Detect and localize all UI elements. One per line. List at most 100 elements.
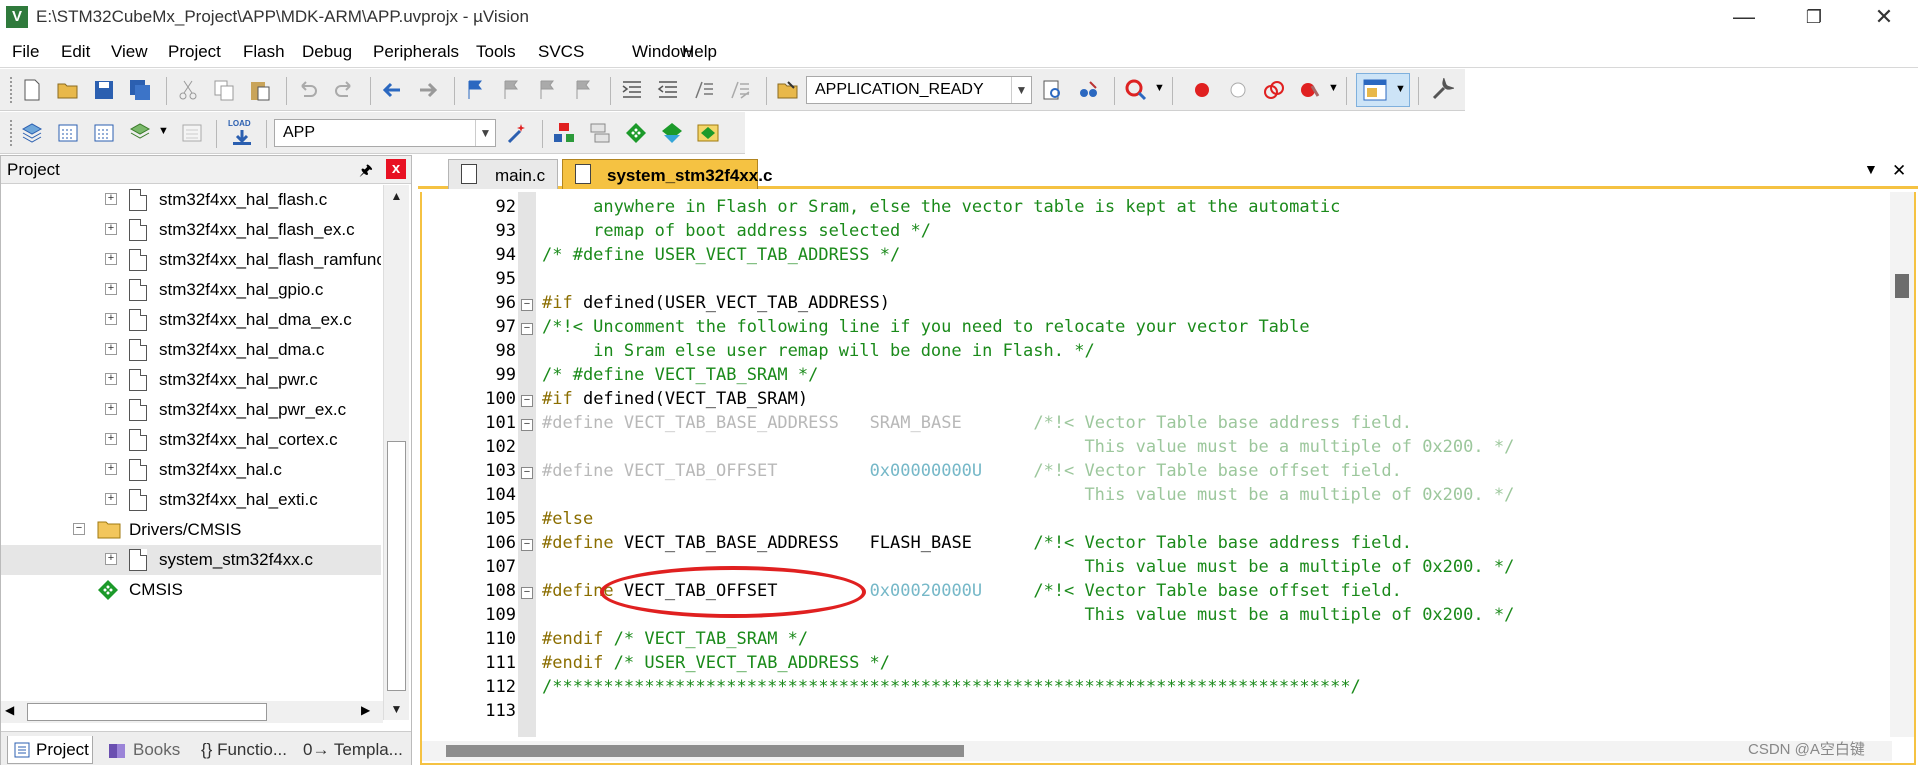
batch-build-icon[interactable]	[128, 121, 152, 145]
code-line[interactable]: #endif /* VECT_TAB_SRAM */	[542, 629, 808, 649]
bookmark-toggle-icon[interactable]	[464, 78, 488, 102]
expand-icon[interactable]: +	[105, 463, 117, 475]
expand-icon[interactable]: +	[105, 373, 117, 385]
maximize-button[interactable]: ❐	[1800, 4, 1828, 30]
debug-session-icon[interactable]	[1124, 78, 1148, 102]
menu-debug[interactable]: Debug	[302, 42, 352, 62]
code-line[interactable]: /* #define USER_VECT_TAB_ADDRESS */	[542, 245, 900, 265]
window-layout-button[interactable]: ▼	[1356, 73, 1410, 107]
tab-system-stm32f4xx-c[interactable]: system_stm32f4xx.c	[562, 159, 772, 189]
code-line[interactable]: remap of boot address selected */	[542, 221, 931, 241]
tree-item[interactable]: + stm32f4xx_hal_flash_ex.c	[1, 215, 381, 245]
expand-icon[interactable]: +	[105, 193, 117, 205]
bookmark-next-icon[interactable]	[536, 78, 560, 102]
tree-item-selected[interactable]: + system_stm32f4xx.c	[1, 545, 381, 575]
menu-view[interactable]: View	[111, 42, 148, 62]
fold-toggle-icon[interactable]: −	[521, 587, 533, 599]
unindent-icon[interactable]	[656, 78, 680, 102]
code-line[interactable]: /* #define VECT_TAB_SRAM */	[542, 365, 818, 385]
code-horizontal-scrollbar[interactable]	[422, 741, 1892, 761]
tab-list-dropdown-icon[interactable]: ▼	[1864, 161, 1878, 177]
tree-item[interactable]: + stm32f4xx_hal_dma_ex.c	[1, 305, 381, 335]
menu-flash[interactable]: Flash	[243, 42, 285, 62]
code-line[interactable]: This value must be a multiple of 0x200. …	[542, 485, 1514, 505]
expand-icon[interactable]: +	[105, 253, 117, 265]
fold-toggle-icon[interactable]: −	[521, 539, 533, 551]
tab-functions[interactable]: {} Functio...	[201, 736, 297, 764]
scrollbar-thumb[interactable]	[446, 745, 964, 757]
undo-icon[interactable]	[296, 78, 320, 102]
navigate-forward-icon[interactable]	[416, 78, 440, 102]
translate-icon[interactable]	[20, 121, 44, 145]
paste-icon[interactable]	[248, 78, 272, 102]
chevron-down-icon[interactable]: ▼	[158, 125, 169, 137]
tree-item-component[interactable]: CMSIS	[1, 575, 381, 605]
menu-file[interactable]: File	[12, 42, 39, 62]
build-icon[interactable]	[56, 121, 80, 145]
pack-installer-icon[interactable]	[660, 121, 684, 145]
tab-books[interactable]: Books	[105, 736, 191, 764]
project-target-combo[interactable]: APP ▼	[274, 119, 496, 147]
tree-item[interactable]: + stm32f4xx_hal.c	[1, 455, 381, 485]
configure-tools-icon[interactable]	[1430, 78, 1454, 102]
chevron-down-icon[interactable]: ▼	[1011, 77, 1031, 103]
expand-icon[interactable]: +	[105, 343, 117, 355]
scroll-up-icon[interactable]: ▲	[384, 185, 409, 207]
tab-project[interactable]: Project	[7, 736, 93, 764]
code-line[interactable]: #define VECT_TAB_BASE_ADDRESS SRAM_BASE …	[542, 413, 1412, 433]
manage-project-items-icon[interactable]	[552, 121, 576, 145]
code-line[interactable]: #define VECT_TAB_BASE_ADDRESS FLASH_BASE…	[542, 533, 1412, 553]
insert-breakpoint-icon[interactable]	[1190, 78, 1214, 102]
tree-item[interactable]: + stm32f4xx_hal_exti.c	[1, 485, 381, 515]
scroll-down-icon[interactable]: ▼	[384, 698, 409, 720]
menu-svcs[interactable]: SVCS	[538, 42, 584, 62]
fold-toggle-icon[interactable]: −	[521, 299, 533, 311]
expand-icon[interactable]: +	[105, 223, 117, 235]
manage-runtime-environment-icon[interactable]	[624, 121, 648, 145]
chevron-down-icon[interactable]: ▼	[1328, 82, 1339, 94]
navigate-back-icon[interactable]	[380, 78, 404, 102]
minimize-button[interactable]: —	[1730, 4, 1758, 30]
expand-icon[interactable]: +	[105, 313, 117, 325]
code-line[interactable]: /***************************************…	[542, 677, 1361, 697]
redo-icon[interactable]	[332, 78, 356, 102]
tree-item[interactable]: + stm32f4xx_hal_flash.c	[1, 185, 381, 215]
target-combo[interactable]: APPLICATION_READY ▼	[806, 76, 1032, 104]
incremental-find-icon[interactable]	[1076, 78, 1100, 102]
enable-breakpoint-icon[interactable]	[1226, 78, 1250, 102]
tree-item[interactable]: + stm32f4xx_hal_pwr.c	[1, 365, 381, 395]
scroll-left-icon[interactable]: ◀	[5, 703, 14, 717]
bookmark-prev-icon[interactable]	[500, 78, 524, 102]
code-line[interactable]: This value must be a multiple of 0x200. …	[542, 437, 1514, 457]
pack-manager-icon[interactable]	[696, 121, 720, 145]
expand-icon[interactable]: +	[105, 433, 117, 445]
code-line[interactable]: #if defined(VECT_TAB_SRAM)	[542, 389, 808, 409]
code-line[interactable]: in Sram else user remap will be done in …	[542, 341, 1095, 361]
tree-item[interactable]: + stm32f4xx_hal_cortex.c	[1, 425, 381, 455]
scrollbar-thumb[interactable]	[27, 703, 267, 721]
bookmark-clear-icon[interactable]	[572, 78, 596, 102]
indent-icon[interactable]	[620, 78, 644, 102]
pin-icon[interactable]: 🖈	[359, 160, 373, 185]
expand-icon[interactable]: +	[105, 403, 117, 415]
uncomment-icon[interactable]	[728, 78, 752, 102]
open-folder-icon[interactable]	[56, 78, 80, 102]
fold-toggle-icon[interactable]: −	[521, 323, 533, 335]
tree-vertical-scrollbar[interactable]: ▲ ▼	[383, 185, 409, 720]
close-window-button[interactable]: ✕	[1870, 4, 1898, 30]
chevron-down-icon[interactable]: ▼	[1154, 82, 1165, 94]
download-button[interactable]: LOAD	[228, 119, 256, 147]
tree-horizontal-scrollbar[interactable]: ◀ ▶	[1, 701, 383, 723]
rebuild-icon[interactable]	[92, 121, 116, 145]
comment-icon[interactable]	[692, 78, 716, 102]
fold-toggle-icon[interactable]: −	[521, 419, 533, 431]
close-tab-icon[interactable]: ✕	[1892, 161, 1906, 181]
cut-icon[interactable]	[176, 78, 200, 102]
code-editor[interactable]: 92 anywhere in Flash or Sram, else the v…	[420, 192, 1916, 765]
scrollbar-thumb[interactable]	[1895, 274, 1909, 298]
tab-templates[interactable]: 0→ Templa...	[303, 736, 407, 764]
close-panel-icon[interactable]: x	[386, 159, 406, 179]
fold-toggle-icon[interactable]: −	[521, 467, 533, 479]
save-icon[interactable]	[92, 78, 116, 102]
chevron-down-icon[interactable]: ▼	[475, 120, 495, 146]
